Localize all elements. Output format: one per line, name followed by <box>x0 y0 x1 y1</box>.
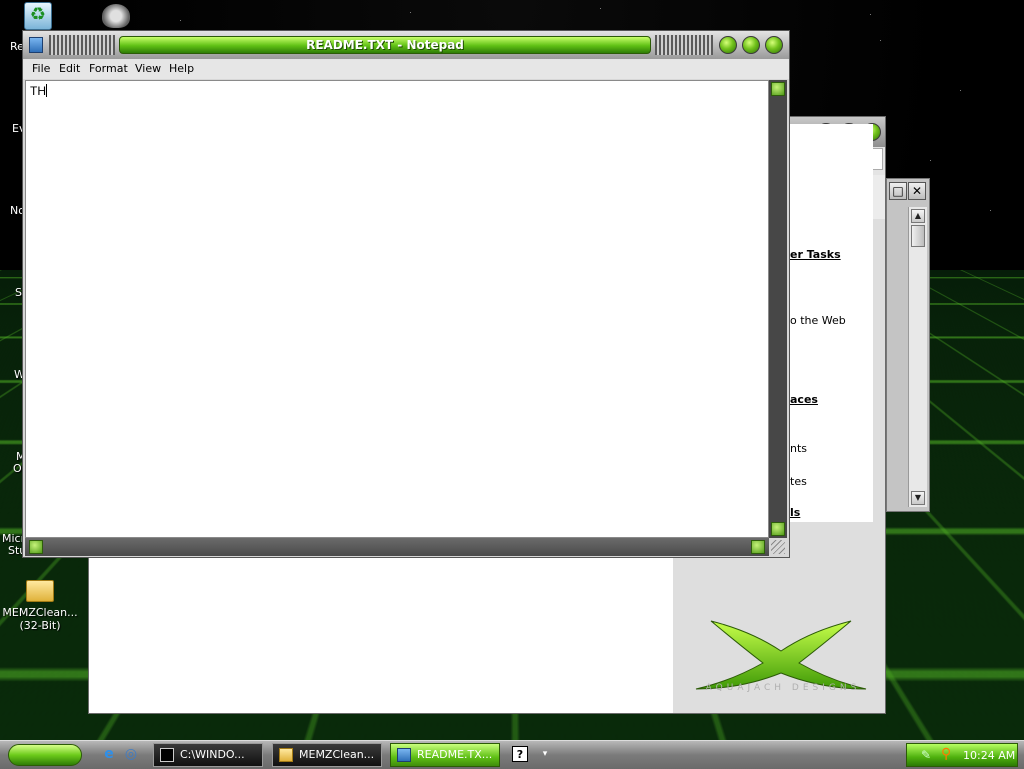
folder-icon <box>279 748 293 762</box>
notepad-icon[interactable] <box>29 37 43 53</box>
quick-launch-overflow-icon[interactable]: ▾ <box>536 745 554 763</box>
menu-help[interactable]: Help <box>169 62 194 75</box>
clock[interactable]: 10:24 AM <box>963 749 1015 762</box>
taskbar-button-folder[interactable]: MEMZClean... <box>272 743 382 767</box>
start-button[interactable] <box>8 744 82 766</box>
resize-grip-icon[interactable] <box>771 540 785 554</box>
tasks-heading-3[interactable]: ls <box>790 506 800 519</box>
taskbar: e ◎ C:\WINDO... MEMZClean... README.TX..… <box>0 740 1024 769</box>
maximize-button[interactable] <box>742 36 760 54</box>
task-item-3[interactable]: tes <box>790 475 807 488</box>
desktop-label-o[interactable]: O <box>13 462 22 475</box>
close-button[interactable] <box>765 36 783 54</box>
memzclean-folder-shortcut[interactable]: MEMZClean... (32-Bit) <box>2 580 78 632</box>
taskbar-folder-label: MEMZClean... <box>299 748 375 761</box>
system-tray: ✎ ⚲ 10:24 AM <box>906 743 1018 767</box>
raccoon-icon[interactable] <box>100 4 132 32</box>
minimize-button[interactable] <box>719 36 737 54</box>
scroll-left-button[interactable] <box>29 540 43 554</box>
taskbar-notepad-label: README.TX... <box>417 748 493 761</box>
close-button[interactable]: ✕ <box>908 182 926 200</box>
vertical-scrollbar[interactable]: ▲ ▼ <box>908 207 927 507</box>
titlebar-grill-right <box>655 35 713 55</box>
scroll-up-button[interactable] <box>771 82 785 96</box>
notepad-icon <box>397 748 411 762</box>
menu-edit[interactable]: Edit <box>59 62 80 75</box>
menu-file[interactable]: File <box>32 62 50 75</box>
titlebar-grill-left <box>49 35 115 55</box>
notepad-window[interactable]: README.TXT - Notepad File Edit Format Vi… <box>22 30 790 558</box>
window-title: README.TXT - Notepad <box>119 36 651 54</box>
folder-label-name: MEMZClean... <box>2 606 78 619</box>
text-caret <box>46 84 47 97</box>
folder-label-arch: (32-Bit) <box>19 619 61 632</box>
recycle-bin-icon[interactable]: ♻ <box>22 2 54 32</box>
horizontal-scrollbar[interactable] <box>25 538 769 556</box>
network-icon[interactable]: ✎ <box>921 748 931 762</box>
editor-text: TH <box>30 84 46 98</box>
tasks-heading-1[interactable]: er Tasks <box>790 248 841 261</box>
taskbar-cmd-label: C:\WINDO... <box>180 748 245 761</box>
taskbar-button-cmd[interactable]: C:\WINDO... <box>153 743 263 767</box>
vertical-scrollbar[interactable] <box>769 80 787 538</box>
menu-bar: File Edit Format View Help <box>23 59 789 79</box>
scroll-down-button[interactable] <box>771 522 785 536</box>
scroll-down-button[interactable]: ▼ <box>911 491 925 505</box>
search-icon[interactable]: ⚲ <box>941 746 951 762</box>
scroll-right-button[interactable] <box>751 540 765 554</box>
help-icon[interactable]: ? <box>512 746 528 762</box>
task-item-2[interactable]: nts <box>790 442 807 455</box>
menu-format[interactable]: Format <box>89 62 128 75</box>
text-editor-area[interactable]: TH <box>25 80 769 538</box>
logo-caption: AQUAJACH DESIGNS <box>705 683 861 693</box>
maximize-button[interactable]: □ <box>889 182 907 200</box>
menu-view[interactable]: View <box>135 62 161 75</box>
folder-icon <box>26 580 54 602</box>
cmd-icon <box>160 748 174 762</box>
desktop: ♻ Re Ev No S W M O Micr Stu MEMZClean...… <box>0 0 1024 740</box>
scroll-thumb[interactable] <box>911 225 925 247</box>
taskbar-button-notepad[interactable]: README.TX... <box>390 743 500 767</box>
task-item-web[interactable]: o the Web <box>790 314 846 327</box>
desktop-label-s[interactable]: S <box>15 286 22 299</box>
background-window[interactable]: □ ✕ ▲ ▼ <box>886 178 930 512</box>
scroll-up-button[interactable]: ▲ <box>911 209 925 223</box>
tasks-heading-2[interactable]: aces <box>790 393 818 406</box>
quick-launch-globe-icon[interactable]: ◎ <box>122 745 140 763</box>
internet-explorer-icon[interactable]: e <box>100 745 118 763</box>
notepad-titlebar[interactable]: README.TXT - Notepad <box>23 31 789 59</box>
